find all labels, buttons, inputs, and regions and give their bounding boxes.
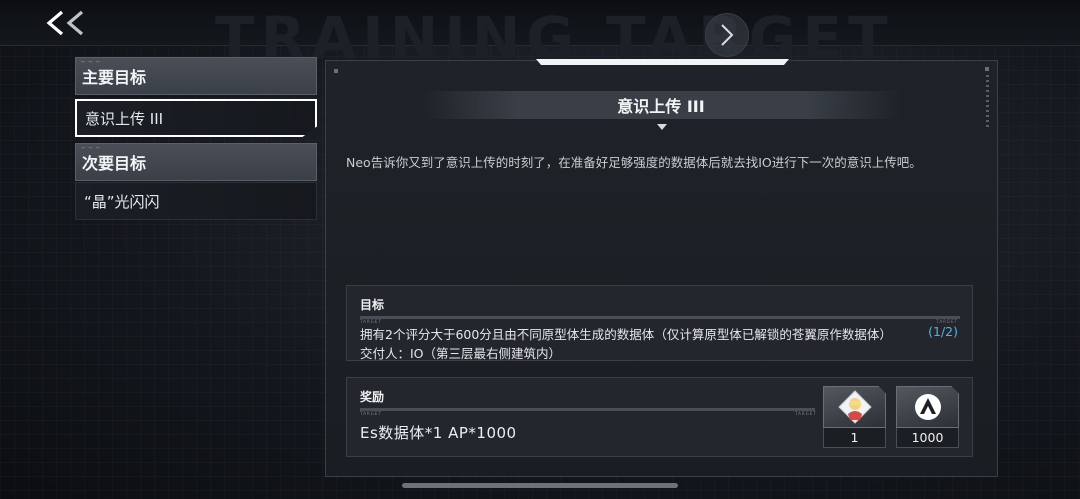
quest-item-consciousness-upload[interactable]: 意识上传 III [75,99,317,137]
quest-description: Neo告诉你又到了意识上传的时刻了，在准备好足够强度的数据体后就去找IO进行下一… [346,155,922,170]
divider-tag: TARGET [795,411,817,416]
icon-frame [896,386,959,428]
caret-down-icon [657,124,667,130]
target-description: 拥有2个评分大于600分且由不同原型体生成的数据体（仅计算原型体已解锁的苍翼原作… [360,327,892,342]
quest-group-secondary-header: — — — 次要目标 [75,143,317,181]
panel-top-tab [536,59,789,65]
ap-logo-icon [914,394,941,420]
quest-item-crystal-shine[interactable]: “晶”光闪闪 [75,182,317,220]
quest-item-label: “晶”光闪闪 [84,192,160,211]
reward-item-ap[interactable]: 1000 [896,386,959,448]
reward-count: 1000 [896,428,959,448]
target-section: 目标 TARGET TARGET 拥有2个评分大于600分且由不同原型体生成的数… [346,285,973,361]
reward-item-data-body[interactable]: 1 [823,386,886,448]
quest-group-main-label: 主要目标 [82,68,147,87]
target-label: 目标 [360,298,385,312]
divider-line [360,408,815,411]
header-micro-text: — — — [81,59,101,64]
header-micro-text: — — — [81,145,101,150]
character-portrait-icon [837,390,872,424]
quest-list: — — — 主要目标 意识上传 III — — — 次要目标 “晶”光闪闪 [75,57,317,220]
divider-tag: TARGET [360,411,382,416]
reward-count: 1 [823,428,886,448]
quest-giver: 交付人：IO（第三层最右侧建筑内） [360,346,562,361]
reward-label: 奖励 [360,390,385,404]
icon-frame [823,386,886,428]
back-button[interactable] [44,6,94,40]
side-tick-marks [986,75,989,130]
next-button[interactable] [705,13,749,57]
reward-summary: Es数据体*1 AP*1000 [360,424,517,442]
quest-title: 意识上传 III [617,97,705,116]
quest-group-main-header: — — — 主要目标 [75,57,317,95]
reward-section: 奖励 TARGET TARGET Es数据体*1 AP*1000 1 1000 [346,377,973,457]
top-bar: TRAINING TARGET [0,0,1080,72]
home-indicator-bar [402,483,678,488]
corner-dot [985,67,989,71]
quest-item-label: 意识上传 III [85,109,164,128]
quest-detail-panel: 意识上传 III Neo告诉你又到了意识上传的时刻了，在准备好足够强度的数据体后… [325,59,998,477]
divider-line [360,316,960,319]
quest-group-secondary-label: 次要目标 [82,154,147,173]
double-chevron-left-icon [46,10,84,36]
chevron-right-icon [721,24,734,46]
target-progress: (1/2) [928,324,958,339]
corner-dot [334,69,338,73]
quest-title-bar: 意识上传 III [421,91,901,119]
